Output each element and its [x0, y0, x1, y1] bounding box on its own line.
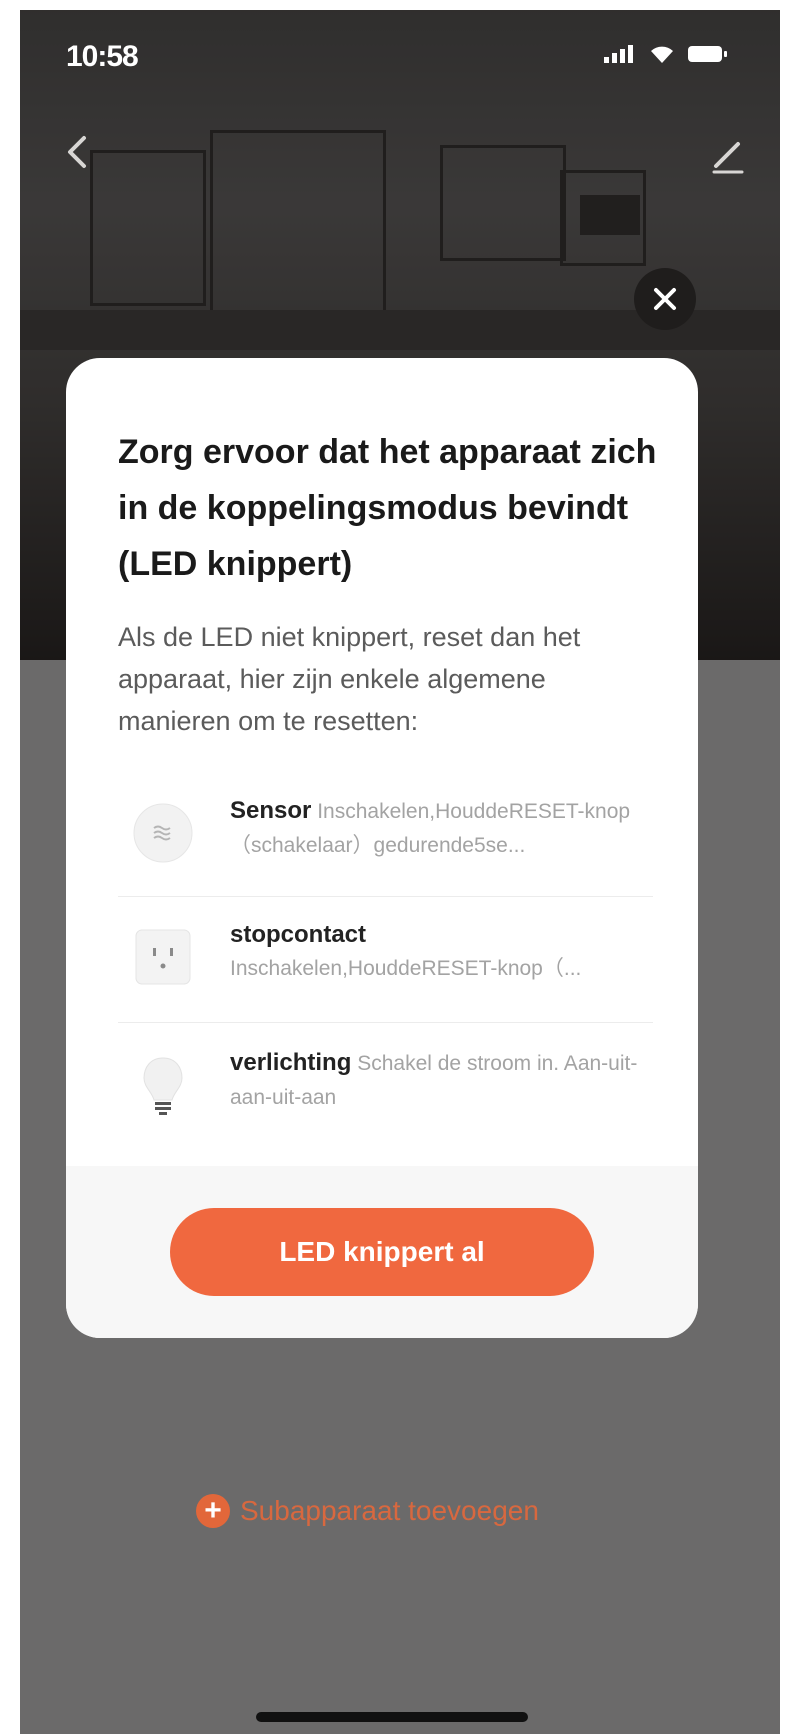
modal-footer: LED knippert al — [66, 1166, 698, 1338]
divider — [118, 896, 653, 897]
plus-circle-icon: + — [196, 1494, 230, 1528]
device-row-lighting: verlichting Schakel de stroom in. Aan-ui… — [118, 1030, 653, 1144]
cellular-signal-icon — [604, 45, 636, 63]
battery-icon — [688, 46, 727, 62]
device-row-sensor: Sensor Inschakelen,HouddeRESET-knop（scha… — [118, 778, 653, 892]
close-button[interactable] — [634, 268, 696, 330]
close-icon — [654, 288, 676, 310]
edit-pencil-icon[interactable] — [708, 136, 748, 176]
add-subdevice-label: Subapparaat toevoegen — [240, 1495, 539, 1526]
device-name: stopcontact — [230, 921, 367, 948]
modal-description: Als de LED niet knippert, reset dan het … — [118, 622, 581, 736]
back-chevron-icon[interactable] — [58, 132, 98, 172]
wifi-icon — [651, 46, 673, 63]
device-row-socket: stopcontact Inschakelen,HouddeRESET-knop… — [118, 902, 653, 1016]
device-text: verlichting Schakel de stroom in. Aan-ui… — [230, 1046, 650, 1115]
device-text: stopcontact Inschakelen,HouddeRESET-knop… — [230, 918, 650, 986]
device-text: Sensor Inschakelen,HouddeRESET-knop（scha… — [230, 794, 650, 863]
pairing-mode-modal: Zorg ervoor dat het apparaat zich in de … — [66, 358, 698, 1338]
status-time: 10:58 — [66, 40, 139, 73]
sensor-icon — [133, 803, 193, 863]
device-name: verlichting — [230, 1049, 352, 1076]
device-name: Sensor — [230, 797, 312, 824]
home-indicator[interactable] — [256, 1712, 528, 1722]
phone-screen: 10:58 Zorg ervoor dat het apparaat zich … — [20, 10, 780, 1734]
add-subdevice-link[interactable]: + Subapparaat toevoegen — [196, 1494, 539, 1528]
device-instructions: Inschakelen,HouddeRESET-knop（... — [230, 957, 582, 980]
modal-title: Zorg ervoor dat het apparaat zich in de … — [118, 433, 657, 583]
bulb-icon — [143, 1057, 183, 1115]
divider — [118, 1022, 653, 1023]
led-blinking-confirm-button[interactable]: LED knippert al — [170, 1208, 594, 1296]
status-icons — [604, 44, 727, 64]
socket-icon — [135, 929, 191, 985]
